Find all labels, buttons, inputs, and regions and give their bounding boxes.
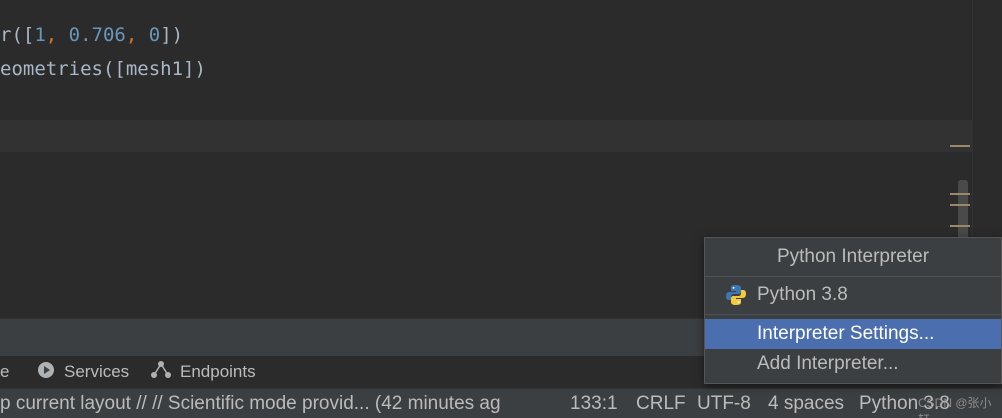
scrollbar-thumb[interactable] [958,180,968,240]
watermark: CSDN @张小轩 [918,396,992,418]
file-encoding[interactable]: UTF-8 [697,393,751,415]
services-icon [36,360,56,385]
line-separator[interactable]: CRLF [636,393,686,415]
caret-position[interactable]: 133:1 [570,393,618,415]
tool-window-cut[interactable]: e [0,358,9,386]
gutter-mark[interactable] [950,145,970,147]
python-interpreter-popup: Python Interpreter Python 3.8 Interprete… [704,237,1002,384]
popup-title: Python Interpreter [776,246,930,267]
tool-window-endpoints[interactable]: Endpoints [150,358,256,386]
popup-divider [705,314,1001,315]
code-line-1[interactable]: r([1, 0.706, 0]) [0,24,183,46]
indent-setting[interactable]: 4 spaces [768,393,844,415]
code-token: r([ [0,24,35,46]
endpoints-icon [150,360,172,385]
gutter-mark[interactable] [950,225,970,227]
code-number: 0.706 [68,24,126,46]
gutter-mark[interactable] [950,193,970,195]
tool-window-services[interactable]: Services [36,358,129,386]
tool-window-label: e [0,362,10,381]
tool-window-label: Endpoints [180,362,256,381]
status-bar: p current layout // // Scientific mode p… [0,388,1002,418]
status-message[interactable]: p current layout // // Scientific mode p… [0,393,501,415]
interpreter-option-label: Python 3.8 [757,284,848,305]
gutter-mark[interactable] [950,204,970,206]
python-icon [725,284,747,306]
code-number: 1 [34,24,46,46]
code-separator: , [45,24,69,46]
code-line-2[interactable]: eometries([mesh1]) [0,58,206,80]
code-number: 0 [148,24,161,46]
code-separator: , [125,24,149,46]
code-token: ]) [160,24,184,46]
current-line-highlight [0,120,972,152]
menu-item-label: Interpreter Settings... [757,323,935,344]
tool-window-label: Services [64,362,130,381]
interpreter-option-python38[interactable]: Python 3.8 [705,280,1001,310]
add-interpreter-item[interactable]: Add Interpreter... [705,349,1001,379]
menu-item-label: Add Interpreter... [757,353,899,374]
popup-divider [705,276,1001,277]
interpreter-settings-item[interactable]: Interpreter Settings... [705,319,1001,349]
